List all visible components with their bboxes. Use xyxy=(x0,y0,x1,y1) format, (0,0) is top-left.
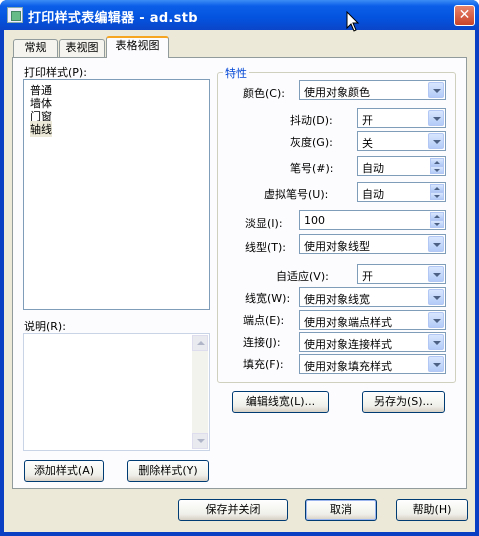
add-style-button[interactable]: 添加样式(A) xyxy=(24,460,104,482)
tab-form-view[interactable]: 表格视图 xyxy=(106,36,169,58)
spin-down-icon[interactable] xyxy=(430,166,444,174)
color-label: 颜色(C): xyxy=(243,87,285,100)
adaptive-value: 开 xyxy=(362,270,373,283)
screening-value: 100 xyxy=(304,214,325,227)
tab-label: 常规 xyxy=(24,41,47,54)
lineweight-label: 线宽(W): xyxy=(245,292,291,305)
dither-select[interactable]: 开 xyxy=(357,108,446,128)
chevron-down-icon[interactable] xyxy=(428,334,444,350)
adaptive-select[interactable]: 开 xyxy=(357,264,446,284)
color-select[interactable]: 使用对象颜色 xyxy=(299,80,446,100)
chevron-down-icon[interactable] xyxy=(428,236,444,252)
tab-label: 表格视图 xyxy=(115,39,160,52)
endstyle-value: 使用对象端点样式 xyxy=(304,316,392,329)
pen-number-value: 自动 xyxy=(362,162,384,175)
lineweight-select[interactable]: 使用对象线宽 xyxy=(299,287,446,307)
chevron-down-icon[interactable] xyxy=(428,289,444,305)
tab-table-view[interactable]: 表视图 xyxy=(59,39,105,57)
linetype-label: 线型(T): xyxy=(245,241,287,254)
tab-general[interactable]: 常规 xyxy=(13,39,58,57)
scroll-down-icon[interactable] xyxy=(192,433,208,449)
grayscale-value: 关 xyxy=(362,137,373,150)
cancel-button[interactable]: 取消 xyxy=(305,499,377,521)
plot-styles-list[interactable]: 普通 墙体 门窗 轴线 xyxy=(23,79,210,310)
fillstyle-select[interactable]: 使用对象填充样式 xyxy=(299,354,446,374)
window-title: 打印样式表编辑器 - ad.stb xyxy=(28,11,198,26)
close-button[interactable]: ✕ xyxy=(454,5,475,26)
pen-number-spinner[interactable]: 自动 xyxy=(357,156,446,176)
adaptive-label: 自适应(V): xyxy=(276,270,329,283)
chevron-down-icon[interactable] xyxy=(428,356,444,372)
description-label: 说明(R): xyxy=(24,320,66,333)
plot-styles-label: 打印样式(P): xyxy=(24,66,87,79)
joinstyle-label: 连接(J): xyxy=(243,336,281,349)
save-as-button[interactable]: 另存为(S)... xyxy=(362,391,445,413)
help-button[interactable]: 帮助(H) xyxy=(396,499,468,521)
dither-value: 开 xyxy=(362,114,373,127)
tab-label: 表视图 xyxy=(65,41,99,54)
grayscale-select[interactable]: 关 xyxy=(357,131,446,151)
title-bar[interactable]: 打印样式表编辑器 - ad.stb ✕ xyxy=(0,0,479,30)
vertical-scrollbar[interactable] xyxy=(192,335,208,449)
chevron-down-icon[interactable] xyxy=(428,133,444,149)
endstyle-select[interactable]: 使用对象端点样式 xyxy=(299,310,446,330)
pen-number-label: 笔号(#): xyxy=(290,162,334,175)
scroll-up-icon[interactable] xyxy=(192,335,208,351)
spin-down-icon[interactable] xyxy=(430,220,444,228)
save-and-close-button[interactable]: 保存并关闭 xyxy=(178,499,288,521)
spin-up-icon[interactable] xyxy=(430,184,444,192)
dither-label: 抖动(D): xyxy=(290,114,333,127)
delete-style-button[interactable]: 删除样式(Y) xyxy=(127,460,209,482)
spin-up-icon[interactable] xyxy=(430,158,444,166)
virtual-pen-label: 虚拟笔号(U): xyxy=(264,188,329,201)
linetype-value: 使用对象线型 xyxy=(304,240,370,253)
spin-down-icon[interactable] xyxy=(430,192,444,200)
grayscale-label: 灰度(G): xyxy=(290,136,333,149)
mouse-cursor-icon xyxy=(346,11,360,32)
chevron-down-icon[interactable] xyxy=(428,312,444,328)
linetype-select[interactable]: 使用对象线型 xyxy=(299,234,446,254)
screening-label: 淡显(I): xyxy=(245,217,283,230)
fillstyle-label: 填充(F): xyxy=(243,358,284,371)
chevron-down-icon[interactable] xyxy=(428,82,444,98)
joinstyle-value: 使用对象连接样式 xyxy=(304,338,392,351)
spin-up-icon[interactable] xyxy=(430,212,444,220)
chevron-down-icon[interactable] xyxy=(428,110,444,126)
description-textarea[interactable] xyxy=(23,333,210,451)
screening-spinner[interactable]: 100 xyxy=(299,210,446,230)
app-icon xyxy=(7,7,23,23)
chevron-down-icon[interactable] xyxy=(428,266,444,282)
color-value: 使用对象颜色 xyxy=(304,86,370,99)
virtual-pen-spinner[interactable]: 自动 xyxy=(357,182,446,202)
endstyle-label: 端点(E): xyxy=(243,314,285,327)
fillstyle-value: 使用对象填充样式 xyxy=(304,360,392,373)
list-item-selected[interactable]: 轴线 xyxy=(30,121,52,137)
edit-lineweights-button[interactable]: 编辑线宽(L)... xyxy=(232,391,329,413)
lineweight-value: 使用对象线宽 xyxy=(304,293,370,306)
virtual-pen-value: 自动 xyxy=(362,188,384,201)
properties-group-label: 特性 xyxy=(223,65,249,81)
joinstyle-select[interactable]: 使用对象连接样式 xyxy=(299,332,446,352)
